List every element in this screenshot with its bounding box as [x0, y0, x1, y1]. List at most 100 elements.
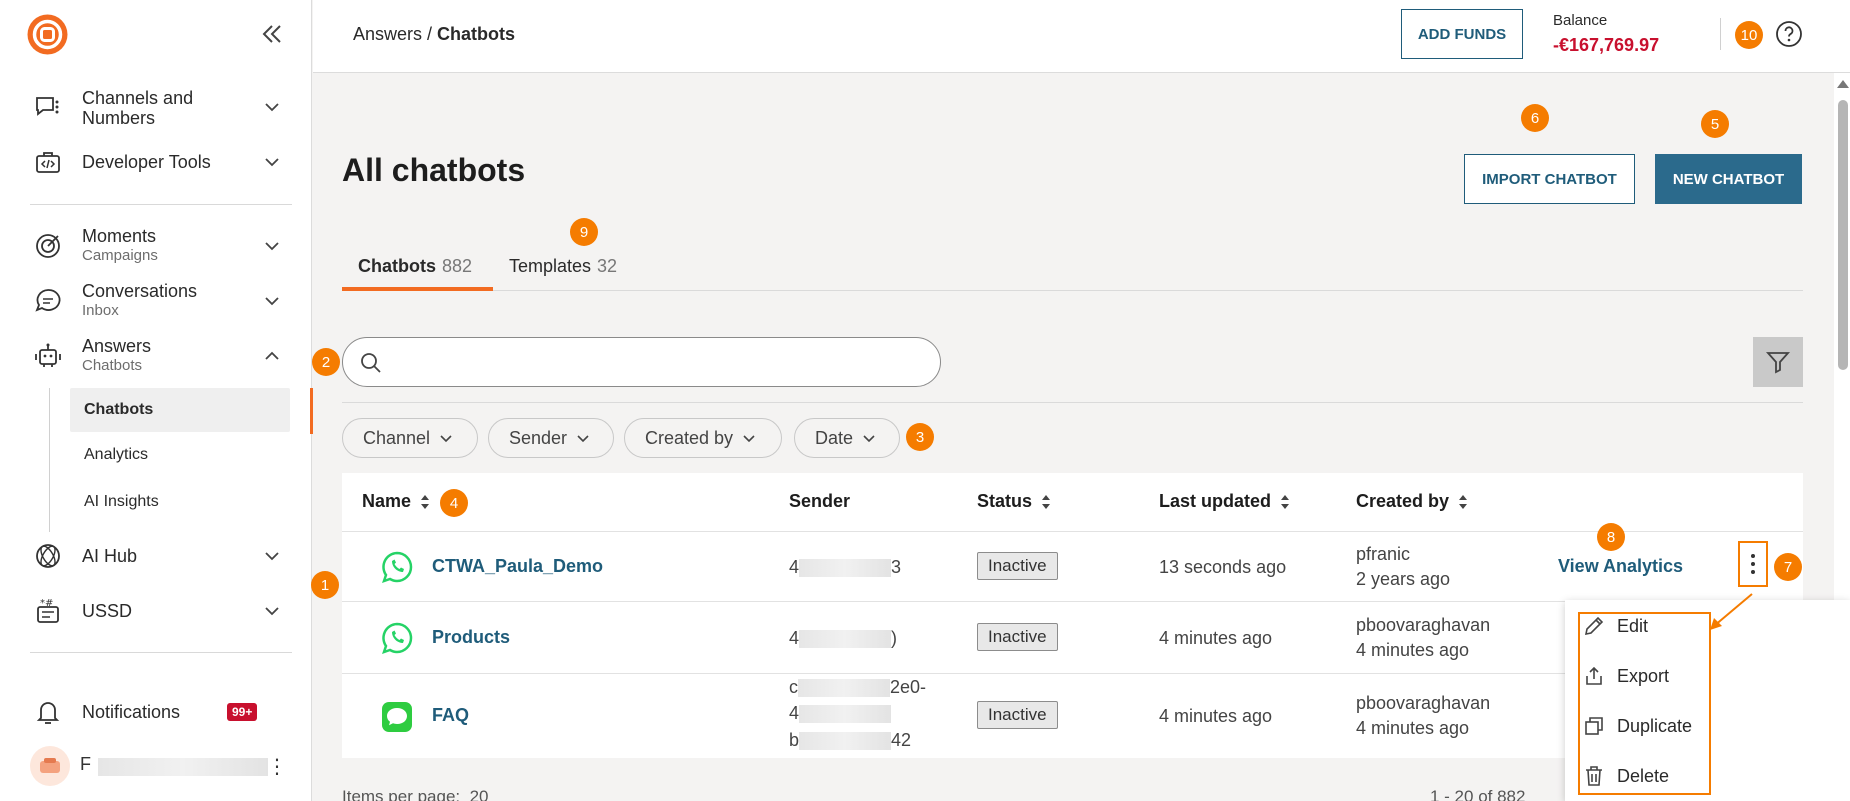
sort-icon [421, 494, 430, 509]
tab-label: Templates [509, 256, 592, 276]
nav-label: AI Hub [82, 546, 138, 566]
chevron-down-icon [863, 435, 875, 443]
sender-value: 4) [789, 628, 897, 649]
nav-moments[interactable]: Moments Campaigns [0, 219, 312, 273]
redacted-sender [799, 559, 892, 578]
breadcrumb-separator: / [422, 24, 438, 44]
filter-channel[interactable]: Channel [342, 418, 478, 458]
sender-value: c 2e0- [789, 677, 926, 698]
filter-created-by[interactable]: Created by [624, 418, 782, 458]
filter-sender[interactable]: Sender [488, 418, 614, 458]
chatbot-name-link[interactable]: CTWA_Paula_Demo [432, 556, 603, 577]
trash-icon [1586, 766, 1602, 786]
menu-item-duplicate[interactable]: Duplicate [1583, 706, 1783, 746]
notification-count-badge: 99+ [227, 703, 258, 721]
tab-label: Chatbots [358, 256, 436, 276]
chatbot-name-link[interactable]: Products [432, 627, 510, 648]
add-funds-button[interactable]: ADD FUNDS [1401, 9, 1523, 59]
breadcrumb-parent[interactable]: Answers [353, 24, 422, 44]
subnav-chatbots[interactable]: Chatbots [70, 388, 290, 432]
sender-line-end: 2e0- [890, 677, 927, 697]
table-row[interactable]: CTWA_Paula_Demo 43 Inactive 13 seconds a… [342, 531, 1803, 601]
sender-end: ) [891, 628, 898, 648]
chevron-down-icon [263, 602, 281, 620]
sender-start: 4 [789, 557, 800, 577]
tabs-divider [342, 290, 1803, 291]
nav-ai-hub[interactable]: AI Hub [0, 529, 312, 583]
annotation-marker-1: 1 [311, 571, 339, 599]
search-input[interactable] [393, 348, 923, 378]
nav-notifications[interactable]: Notifications [0, 685, 312, 739]
items-per-page[interactable]: Items per page: 20 [342, 787, 489, 801]
tab-chatbots[interactable]: Chatbots 882 [358, 256, 472, 277]
subnav-analytics[interactable]: Analytics [70, 433, 290, 477]
sidebar: Channels and Numbers Developer Tools Mom… [0, 0, 313, 801]
nav-answers[interactable]: Answers Chatbots [0, 329, 312, 383]
items-per-page-label: Items per page: [342, 787, 461, 801]
sort-icon [1459, 494, 1468, 509]
column-header-status[interactable]: Status [977, 491, 1052, 512]
divider [30, 204, 292, 205]
redacted-sender [799, 630, 892, 649]
breadcrumb: Answers / Chatbots [353, 24, 515, 45]
column-label: Last updated [1159, 491, 1272, 511]
column-header-sender: Sender [789, 491, 850, 512]
scrollbar-thumb[interactable] [1838, 100, 1848, 370]
created-time: 4 minutes ago [1356, 640, 1470, 660]
divider [342, 402, 1803, 403]
view-analytics-link[interactable]: View Analytics [1558, 556, 1683, 577]
row-actions-kebab-icon[interactable] [1738, 541, 1768, 587]
nav-channels-and-numbers[interactable]: Channels and Numbers [0, 80, 312, 134]
brand-logo-icon[interactable] [27, 14, 68, 55]
sender-start: 4 [789, 628, 800, 648]
status-badge: Inactive [977, 701, 1058, 729]
target-icon [34, 232, 62, 260]
chatbot-name-link[interactable]: FAQ [432, 705, 469, 726]
robot-icon [34, 342, 62, 370]
user-menu-icon[interactable]: ⋮ [267, 754, 287, 779]
active-indicator [310, 388, 313, 434]
sender-value: 4 [789, 703, 892, 724]
column-label: Sender [789, 491, 851, 511]
new-chatbot-button[interactable]: NEW CHATBOT [1655, 154, 1802, 204]
sender-line: 4 [789, 703, 800, 723]
menu-item-delete[interactable]: Delete [1583, 756, 1783, 796]
nav-conversations[interactable]: Conversations Inbox [0, 274, 312, 328]
sender-line: c [789, 677, 798, 697]
ussd-icon: *# [34, 597, 62, 625]
nav-sublabel: Campaigns [82, 247, 158, 264]
help-icon[interactable] [1775, 20, 1803, 48]
menu-item-export[interactable]: Export [1583, 656, 1783, 696]
search-box [342, 337, 941, 387]
balance-label: Balance [1553, 12, 1608, 29]
duplicate-icon [1585, 717, 1603, 735]
redacted-sender [798, 679, 890, 698]
top-bar: Answers / Chatbots ADD FUNDS Balance -€1… [313, 0, 1850, 73]
annotation-marker-6: 6 [1521, 104, 1549, 132]
menu-item-label: Export [1617, 665, 1670, 686]
column-header-last-updated[interactable]: Last updated [1159, 491, 1291, 512]
nav-ussd[interactable]: *# USSD [0, 584, 312, 638]
annotation-marker-4: 4 [440, 489, 468, 517]
chip-label: Sender [509, 427, 568, 448]
chevron-down-icon [263, 237, 281, 255]
subnav-ai-insights[interactable]: AI Insights [70, 480, 290, 524]
sender-end: 3 [891, 557, 902, 577]
filter-date[interactable]: Date [794, 418, 900, 458]
chevron-down-icon [263, 292, 281, 310]
column-header-created-by[interactable]: Created by [1356, 491, 1469, 512]
ai-hub-icon [34, 542, 62, 570]
collapse-sidebar-icon[interactable] [258, 22, 286, 46]
column-header-name[interactable]: Name [362, 491, 431, 512]
balance-value: -€167,769.97 [1553, 35, 1660, 55]
filter-button[interactable] [1753, 337, 1803, 387]
whatsapp-icon [380, 550, 414, 584]
scroll-up-icon[interactable] [1837, 80, 1849, 88]
sender-value: 43 [789, 557, 901, 578]
tab-templates[interactable]: Templates 32 [509, 256, 617, 277]
chevron-down-icon [440, 435, 452, 443]
user-profile[interactable]: F ⋮ [28, 746, 298, 786]
import-chatbot-button[interactable]: IMPORT CHATBOT [1464, 154, 1635, 204]
chevron-down-icon [577, 435, 589, 443]
nav-developer-tools[interactable]: Developer Tools [0, 135, 312, 189]
